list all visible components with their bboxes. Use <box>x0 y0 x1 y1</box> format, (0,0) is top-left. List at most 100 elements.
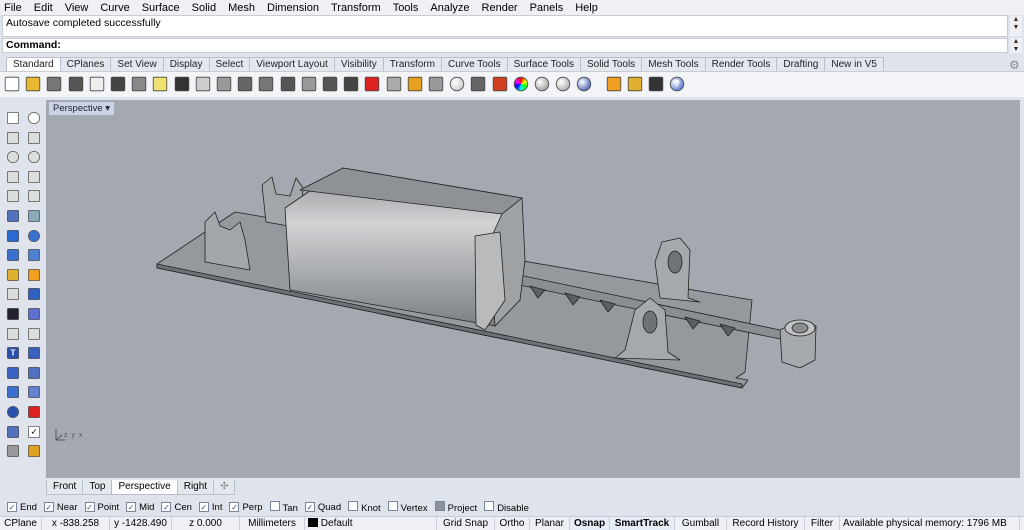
move-icon[interactable] <box>28 366 40 379</box>
osnap-disable[interactable]: Disable <box>481 500 529 514</box>
viewport-menu-arrow-icon[interactable]: ▾ <box>105 103 110 114</box>
tab-solid-tools[interactable]: Solid Tools <box>580 57 643 71</box>
osnap-point-checkbox[interactable]: ✓ <box>84 501 95 512</box>
tab-render-tools[interactable]: Render Tools <box>704 57 778 71</box>
curve-icon[interactable] <box>28 131 40 144</box>
filter-icon[interactable] <box>606 76 621 92</box>
offset-icon[interactable] <box>7 327 19 340</box>
viewport-title[interactable]: Perspective ▾ <box>49 102 115 115</box>
boolean-icon[interactable] <box>7 268 19 281</box>
osnap-end[interactable]: ✓ End <box>4 501 37 513</box>
osnap-disable-checkbox[interactable] <box>484 500 495 511</box>
lock-icon[interactable] <box>471 76 486 92</box>
osnap-tan[interactable]: Tan <box>267 500 298 514</box>
zoom-icon[interactable] <box>237 76 253 92</box>
rotate-view-icon[interactable] <box>216 76 232 92</box>
surface-corners-icon[interactable] <box>7 210 19 222</box>
osnap-quad[interactable]: ✓ Quad <box>302 501 341 513</box>
viewport-tab-top[interactable]: Top <box>82 480 113 495</box>
tab-visibility[interactable]: Visibility <box>333 57 384 71</box>
join-dots-icon[interactable] <box>7 308 19 320</box>
record-history-toggle[interactable]: Record History <box>727 517 805 530</box>
check-icon[interactable]: ✓ <box>28 425 40 438</box>
sphere-blue-icon[interactable] <box>577 76 592 92</box>
select-arrow-icon[interactable] <box>7 112 19 124</box>
text-icon[interactable]: T <box>7 347 19 360</box>
loft-icon[interactable] <box>28 249 40 262</box>
array-icon[interactable] <box>7 366 19 379</box>
osnap-mid[interactable]: ✓ Mid <box>123 501 154 513</box>
open-folder-icon[interactable] <box>25 76 41 92</box>
menu-analyze[interactable]: Analyze <box>430 2 469 14</box>
undo-icon[interactable] <box>174 76 189 92</box>
set-cplane-icon[interactable] <box>407 76 422 92</box>
polyline-icon[interactable] <box>7 131 19 144</box>
osnap-toggle[interactable]: Osnap <box>570 517 610 530</box>
perspective-viewport[interactable]: z y x <box>46 100 1020 478</box>
osnap-int[interactable]: ✓ Int <box>196 501 222 513</box>
arc-icon[interactable] <box>7 170 19 183</box>
cage-icon[interactable] <box>7 425 19 438</box>
options-gear-icon[interactable] <box>627 76 642 92</box>
osnap-end-checkbox[interactable]: ✓ <box>7 501 17 512</box>
layer-selector[interactable]: Default <box>305 517 437 530</box>
tab-curve-tools[interactable]: Curve Tools <box>440 57 508 71</box>
osnap-cen-checkbox[interactable]: ✓ <box>161 501 172 512</box>
layer-render-icon[interactable] <box>492 76 507 92</box>
osnap-near-checkbox[interactable]: ✓ <box>43 501 54 512</box>
split-icon[interactable] <box>7 288 19 301</box>
tab-set-view[interactable]: Set View <box>110 57 164 71</box>
menu-dimension[interactable]: Dimension <box>267 2 319 14</box>
group-icon[interactable] <box>28 308 40 320</box>
undo-view-icon[interactable] <box>322 76 338 92</box>
menu-transform[interactable]: Transform <box>331 2 381 14</box>
rectangle-icon[interactable] <box>28 170 40 183</box>
units[interactable]: Millimeters <box>240 517 305 530</box>
tab-mesh-tools[interactable]: Mesh Tools <box>641 57 706 71</box>
paste-icon[interactable] <box>153 76 168 92</box>
tab-cplanes[interactable]: CPlanes <box>59 57 112 71</box>
cplane-icon[interactable] <box>386 76 401 92</box>
osnap-tan-checkbox[interactable] <box>269 500 280 511</box>
osnap-vertex-checkbox[interactable] <box>387 500 398 511</box>
car-properties-icon[interactable] <box>365 76 380 92</box>
tab-surface-tools[interactable]: Surface Tools <box>506 57 581 71</box>
ellipse-icon[interactable] <box>28 151 40 164</box>
menu-view[interactable]: View <box>65 2 89 14</box>
pan-hand-icon[interactable] <box>195 76 210 92</box>
osnap-near[interactable]: ✓ Near <box>41 501 78 513</box>
object-properties-icon[interactable] <box>428 76 444 92</box>
gumball-icon[interactable] <box>28 406 40 418</box>
viewport-tab-perspective[interactable]: Perspective <box>111 480 178 495</box>
filter-toggle[interactable]: Filter <box>805 517 840 530</box>
menu-help[interactable]: Help <box>575 2 598 14</box>
tab-display[interactable]: Display <box>162 57 210 71</box>
explode-icon[interactable] <box>28 268 40 281</box>
solid-edit-icon[interactable] <box>7 386 19 399</box>
osnap-project-checkbox[interactable] <box>434 500 445 511</box>
point-icon[interactable] <box>28 112 40 124</box>
grid-snap-toggle[interactable]: Grid Snap <box>437 517 495 530</box>
menu-mesh[interactable]: Mesh <box>228 2 255 14</box>
tab-transform[interactable]: Transform <box>382 57 442 71</box>
smarttrack-toggle[interactable]: SmartTrack <box>610 517 675 530</box>
shade-icon[interactable] <box>7 445 19 458</box>
save-icon[interactable] <box>47 76 62 92</box>
sphere-shaded-icon[interactable] <box>534 76 550 92</box>
zoom-selected-icon[interactable] <box>301 76 316 92</box>
sphere-icon[interactable] <box>28 229 40 242</box>
grid-points-icon[interactable] <box>7 406 19 418</box>
four-viewports-icon[interactable] <box>343 76 359 92</box>
copy-icon[interactable] <box>131 76 147 92</box>
osnap-quad-checkbox[interactable]: ✓ <box>304 501 315 512</box>
tab-drafting[interactable]: Drafting <box>776 57 826 71</box>
command-scroll[interactable]: ▲ ▼ <box>1010 38 1022 53</box>
dimension-icon[interactable] <box>648 76 664 92</box>
color-wheel-icon[interactable] <box>513 76 528 92</box>
render-icon[interactable] <box>28 445 40 458</box>
polygon-icon[interactable] <box>7 190 19 203</box>
menu-curve[interactable]: Curve <box>100 2 129 14</box>
osnap-knot[interactable]: Knot <box>345 500 381 514</box>
osnap-point[interactable]: ✓ Point <box>82 501 119 513</box>
osnap-cen[interactable]: ✓ Cen <box>158 501 192 513</box>
